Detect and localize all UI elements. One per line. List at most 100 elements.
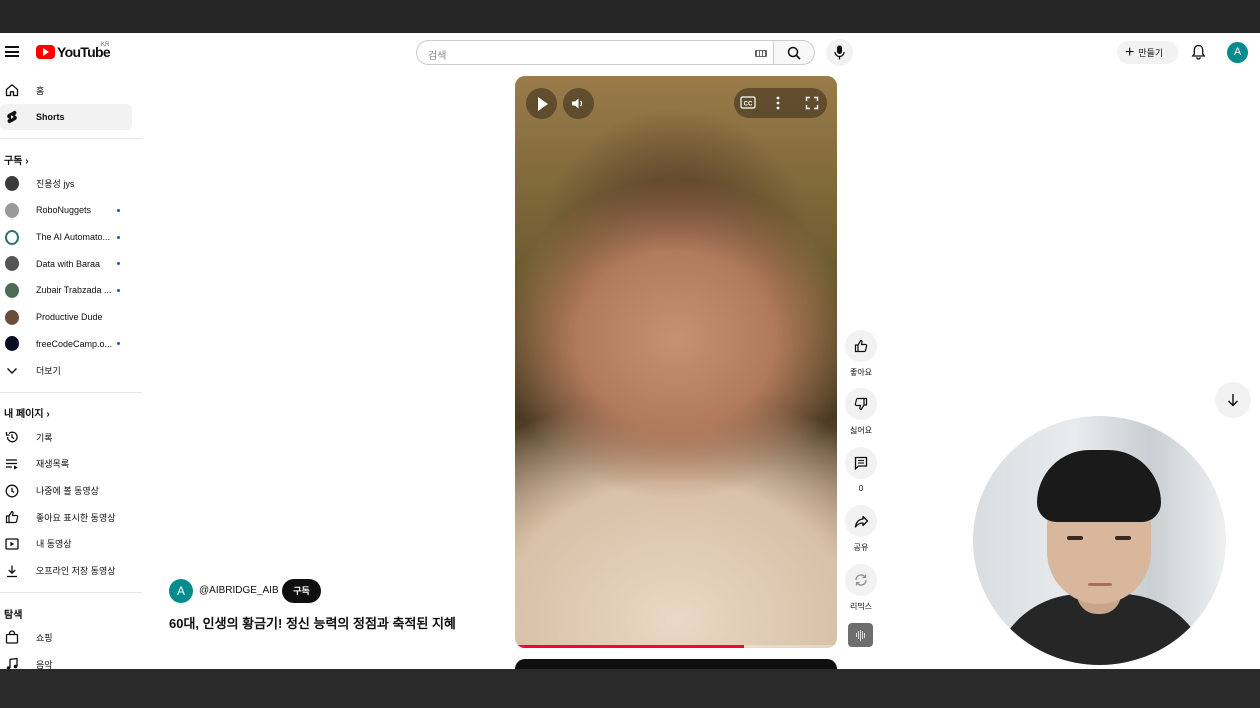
subscribe-button[interactable]: 구독 <box>282 579 321 603</box>
region-code: KR <box>101 42 110 48</box>
explore-header: 탐색 <box>0 602 142 624</box>
show-more-button[interactable]: 더보기 <box>0 357 142 384</box>
thumbs-up-icon <box>854 339 868 353</box>
channel-avatar <box>5 229 19 245</box>
play-icon[interactable] <box>526 88 557 119</box>
menu-icon[interactable] <box>5 46 19 57</box>
thumbs-down-icon <box>854 397 868 411</box>
create-button[interactable]: + 만들기 <box>1117 41 1178 64</box>
captions-icon[interactable]: CC <box>740 96 756 109</box>
chevron-down-icon <box>5 364 19 378</box>
search-placeholder: 검색 <box>428 51 447 62</box>
webcam-overlay <box>973 416 1226 665</box>
subscriptions-header[interactable]: 구독 › <box>0 148 142 170</box>
you-header[interactable]: 내 페이지 › <box>0 402 142 424</box>
sound-waveform-icon[interactable] <box>848 623 873 647</box>
channel-avatar <box>5 176 19 192</box>
new-content-dot <box>117 208 120 212</box>
masthead: YouTube KR 검색 + 만들기 A <box>0 33 1260 71</box>
sidebar-item-shopping[interactable]: 쇼핑 <box>0 624 142 651</box>
keyboard-icon[interactable] <box>755 50 767 57</box>
channel-name: RoboNuggets <box>36 205 92 216</box>
music-icon <box>5 657 19 669</box>
divider <box>0 592 142 593</box>
section-title: 탐색 <box>4 609 23 621</box>
share-icon <box>854 515 868 528</box>
like-button[interactable]: 좋아요 <box>844 330 878 378</box>
new-content-dot <box>117 262 120 266</box>
next-short-preview[interactable] <box>515 659 837 669</box>
sidebar-item-label: 기록 <box>36 432 53 443</box>
share-button[interactable]: 공유 <box>844 505 878 553</box>
sidebar-item-music[interactable]: 음악 <box>0 651 142 669</box>
channel-avatar <box>5 309 19 325</box>
section-title: 내 페이지 › <box>4 409 50 421</box>
sidebar-item-my-videos[interactable]: 내 동영상 <box>0 531 142 558</box>
sidebar-item-channel[interactable]: Zubair Trabzada ... <box>0 277 142 304</box>
fullscreen-icon[interactable] <box>805 96 819 110</box>
sidebar-item-label: 좋아요 표시한 동영상 <box>36 512 116 523</box>
sidebar-item-label: 쇼핑 <box>36 632 53 643</box>
arrow-down-icon <box>1228 394 1238 407</box>
next-short-button[interactable] <box>1215 382 1251 418</box>
sidebar-item-home[interactable]: 홈 <box>0 77 142 104</box>
sidebar-item-playlists[interactable]: 재생목록 <box>0 451 142 478</box>
dislike-label: 싫어요 <box>849 426 873 435</box>
remix-button[interactable]: 리믹스 <box>844 564 878 612</box>
sidebar-item-channel[interactable]: 진용성 jys <box>0 170 142 197</box>
sidebar-item-liked[interactable]: 좋아요 표시한 동영상 <box>0 504 142 531</box>
watch-later-icon <box>5 484 19 498</box>
channel-avatar[interactable]: A <box>169 579 193 603</box>
section-title: 구독 › <box>4 155 29 167</box>
sidebar-item-downloads[interactable]: 오프라인 저장 동영상 <box>0 557 142 584</box>
svg-text:CC: CC <box>744 101 753 107</box>
comment-icon <box>854 456 868 470</box>
search-button[interactable] <box>774 40 815 65</box>
player-controls-right: CC <box>734 88 827 118</box>
thumbs-up-icon <box>5 510 19 524</box>
sidebar-item-label: Shorts <box>36 112 65 123</box>
history-icon <box>5 430 19 444</box>
video-progress-bar[interactable] <box>515 645 837 648</box>
sidebar-item-shorts[interactable]: Shorts <box>0 103 132 131</box>
sidebar-item-channel[interactable]: RoboNuggets <box>0 197 142 224</box>
channel-avatar <box>5 282 19 298</box>
sidebar-item-label: 오프라인 저장 동영상 <box>36 566 116 577</box>
short-title[interactable]: 60대, 인생의 황금기! 정신 능력의 정점과 축적된 지혜 <box>169 613 456 632</box>
chevron-right-icon: › <box>46 409 50 421</box>
sidebar-item-channel[interactable]: freeCodeCamp.o... <box>0 331 142 358</box>
sidebar-item-label: 홈 <box>36 85 45 96</box>
youtube-logo[interactable]: YouTube <box>36 44 111 60</box>
youtube-page: YouTube KR 검색 + 만들기 A 홈 Shorts 구독 › 진용성 … <box>0 33 1260 669</box>
account-avatar[interactable]: A <box>1227 42 1248 63</box>
sidebar-item-history[interactable]: 기록 <box>0 424 142 451</box>
sidebar-item-channel[interactable]: The AI Automato... <box>0 224 142 251</box>
notifications-bell-icon[interactable] <box>1191 44 1206 60</box>
sidebar-item-channel[interactable]: Data with Baraa <box>0 250 142 277</box>
volume-icon[interactable] <box>563 88 594 119</box>
shopping-icon <box>5 630 19 644</box>
my-videos-icon <box>5 537 19 551</box>
sidebar-item-watch-later[interactable]: 나중에 볼 동영상 <box>0 477 142 504</box>
create-label: 만들기 <box>1138 48 1164 58</box>
shorts-icon <box>5 110 19 124</box>
channel-name: freeCodeCamp.o... <box>36 338 113 349</box>
screen-top-bar <box>0 0 1260 33</box>
new-content-dot <box>117 342 120 346</box>
download-icon <box>5 564 19 578</box>
channel-avatar <box>5 202 19 218</box>
dislike-button[interactable]: 싫어요 <box>844 388 878 436</box>
channel-name: Productive Dude <box>36 312 103 323</box>
channel-handle[interactable]: @AIBRIDGE_AIB <box>199 585 279 596</box>
new-content-dot <box>117 288 120 292</box>
more-options-icon[interactable] <box>776 96 780 110</box>
remix-icon <box>855 574 867 586</box>
channel-avatar <box>5 336 19 352</box>
search-input[interactable]: 검색 <box>416 40 774 65</box>
shorts-video-player[interactable]: CC <box>515 76 837 648</box>
comments-button[interactable]: 0 <box>844 447 878 493</box>
voice-search-button[interactable] <box>826 39 853 66</box>
sidebar-item-channel[interactable]: Productive Dude <box>0 304 142 331</box>
show-more-label: 더보기 <box>36 366 61 377</box>
sidebar-item-label: 나중에 볼 동영상 <box>36 486 99 497</box>
